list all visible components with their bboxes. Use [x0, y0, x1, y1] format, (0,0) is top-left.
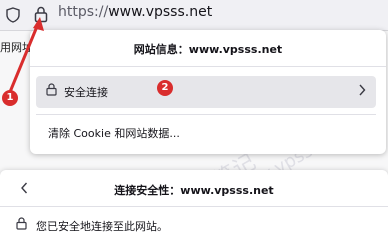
lock-icon [16, 217, 27, 230]
site-info-panel: 网站信息：www.vpsss.net 安全连接 清除 Cookie 和网站数据.… [30, 30, 386, 154]
divider [0, 206, 388, 207]
url-domain: www.vpsss.net [108, 4, 213, 20]
chevron-right-icon [358, 84, 366, 96]
secure-connection-label: 安全连接 [64, 86, 108, 99]
step-badge-2: 2 [157, 80, 173, 96]
divider [30, 66, 386, 67]
secure-connection-message: 您已安全地连接至此网站。 [36, 220, 168, 233]
site-info-title: 网站信息：www.vpsss.net [133, 43, 283, 56]
connection-security-panel: 连接安全性：www.vpsss.net 您已安全地连接至此网站。 [0, 170, 388, 250]
connection-security-title: 连接安全性：www.vpsss.net [114, 184, 274, 197]
step-badge-1: 1 [2, 90, 18, 106]
clear-cookies-item[interactable]: 清除 Cookie 和网站数据... [48, 125, 180, 141]
url-text[interactable]: https://www.vpsss.net [58, 4, 212, 20]
url-protocol: https:// [58, 4, 109, 20]
divider [36, 114, 376, 115]
